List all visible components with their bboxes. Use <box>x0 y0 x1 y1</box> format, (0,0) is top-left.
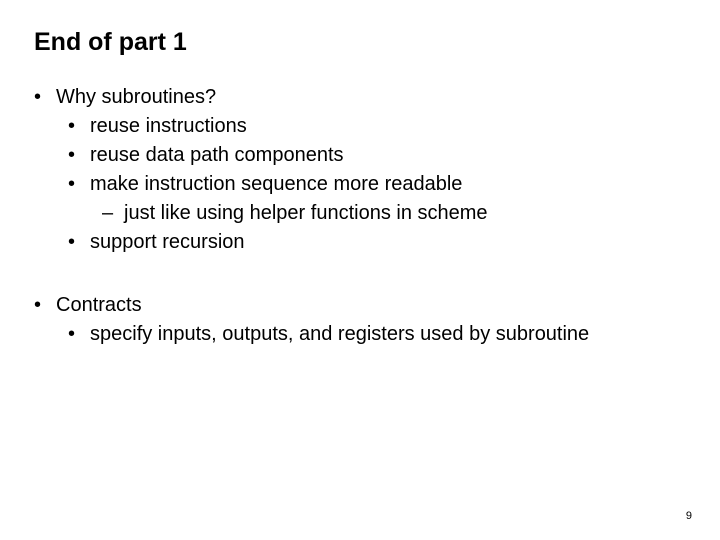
bullet-icon: • <box>68 170 90 199</box>
bullet-level1: • Why subroutines? <box>34 83 686 112</box>
bullet-text: support recursion <box>90 228 245 257</box>
bullet-text: make instruction sequence more readable <box>90 170 462 199</box>
bullet-text: reuse data path components <box>90 141 344 170</box>
bullet-level1: • Contracts <box>34 291 686 320</box>
page-number: 9 <box>686 510 692 522</box>
bullet-icon: • <box>68 320 90 349</box>
dash-icon: – <box>102 199 124 228</box>
bullet-icon: • <box>68 228 90 257</box>
bullet-icon: • <box>34 291 56 320</box>
slide-body: • Why subroutines? • reuse instructions … <box>34 83 686 349</box>
slide-title: End of part 1 <box>34 28 686 57</box>
spacer <box>34 257 686 291</box>
bullet-text: reuse instructions <box>90 112 247 141</box>
bullet-text: Contracts <box>56 291 142 320</box>
slide: End of part 1 • Why subroutines? • reuse… <box>0 0 720 540</box>
bullet-text: specify inputs, outputs, and registers u… <box>90 320 589 349</box>
bullet-level2: • support recursion <box>34 228 686 257</box>
bullet-icon: • <box>34 83 56 112</box>
bullet-level2: • specify inputs, outputs, and registers… <box>34 320 686 349</box>
bullet-icon: • <box>68 112 90 141</box>
bullet-level2: • make instruction sequence more readabl… <box>34 170 686 199</box>
bullet-icon: • <box>68 141 90 170</box>
bullet-text: just like using helper functions in sche… <box>124 199 488 228</box>
bullet-level2: • reuse data path components <box>34 141 686 170</box>
bullet-level3: – just like using helper functions in sc… <box>34 199 686 228</box>
bullet-level2: • reuse instructions <box>34 112 686 141</box>
bullet-text: Why subroutines? <box>56 83 216 112</box>
